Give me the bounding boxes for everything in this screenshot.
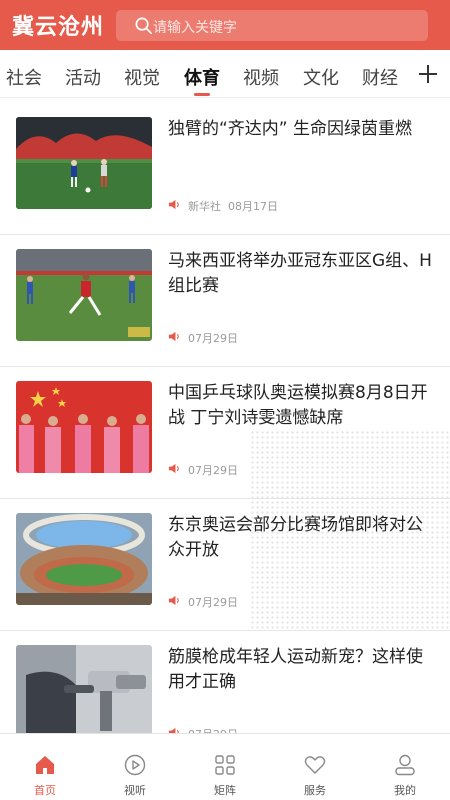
article-thumbnail [16, 117, 152, 209]
category-tabs: 社会 活动 视觉 体育 视频 文化 财经 [0, 50, 450, 98]
nav-media[interactable]: 视听 [90, 734, 180, 800]
tab-society[interactable]: 社会 [6, 64, 42, 90]
nav-home[interactable]: 首页 [0, 734, 90, 800]
article-date: 07月29日 [188, 332, 238, 345]
article-date: 08月17日 [228, 200, 278, 213]
article-title[interactable]: 中国乒乓球队奥运模拟赛8月8日开战 丁宁刘诗雯遗憾缺席 [168, 381, 436, 431]
user-icon [395, 754, 415, 776]
nav-home-label: 首页 [34, 784, 56, 797]
tab-culture[interactable]: 文化 [303, 64, 339, 90]
nav-profile-label: 我的 [394, 784, 416, 797]
article-thumbnail [16, 513, 152, 605]
article-title[interactable]: 独臂的“齐达内” 生命因绿茵重燃 [168, 117, 436, 142]
search-placeholder: 请输入关键字 [153, 20, 237, 36]
nav-profile[interactable]: 我的 [360, 734, 450, 800]
nav-media-label: 视听 [124, 784, 146, 797]
home-icon [36, 756, 54, 774]
article-title[interactable]: 筋膜枪成年轻人运动新宠？这样使用才正确 [168, 645, 436, 695]
play-icon [124, 754, 146, 776]
article-thumbnail [16, 645, 152, 737]
article-title[interactable]: 东京奥运会部分比赛场馆即将对公众开放 [168, 513, 436, 563]
nav-services[interactable]: 服务 [270, 734, 360, 800]
article-thumbnail [16, 249, 152, 341]
tab-video[interactable]: 视频 [243, 64, 279, 90]
article-title[interactable]: 马来西亚将举办亚冠东亚区G组、H组比赛 [168, 249, 436, 299]
search-bar[interactable]: 请输入关键字 [116, 10, 428, 41]
nav-matrix[interactable]: 矩阵 [180, 734, 270, 800]
nav-services-label: 服务 [304, 784, 326, 797]
article-source-date: 新华社 08月17日 [188, 198, 278, 214]
article-item[interactable]: 中国乒乓球队奥运模拟赛8月8日开战 丁宁刘诗雯遗憾缺席 07月29日 [0, 367, 450, 499]
app-header: 冀云沧州 请输入关键字 [0, 0, 450, 50]
bottom-navigation: 首页 视听 矩阵 服务 我的 [0, 733, 450, 800]
search-icon [135, 17, 152, 34]
article-thumbnail [16, 381, 152, 473]
speaker-icon[interactable] [168, 198, 181, 211]
article-source: 新华社 [188, 200, 221, 213]
tab-finance[interactable]: 财经 [362, 64, 398, 90]
tab-sports[interactable]: 体育 [184, 64, 220, 90]
speaker-icon[interactable] [168, 462, 181, 475]
article-date: 07月29日 [188, 596, 238, 609]
article-item[interactable]: 独臂的“齐达内” 生命因绿茵重燃 新华社 08月17日 [0, 103, 450, 235]
grid-icon [215, 755, 235, 775]
active-tab-indicator [194, 93, 210, 96]
speaker-icon[interactable] [168, 594, 181, 607]
app-logo: 冀云沧州 [12, 15, 105, 40]
heart-icon [304, 756, 326, 774]
tab-visual[interactable]: 视觉 [124, 64, 160, 90]
add-channel-icon[interactable] [417, 63, 439, 85]
article-date: 07月29日 [188, 464, 238, 477]
article-item[interactable]: 东京奥运会部分比赛场馆即将对公众开放 07月29日 [0, 499, 450, 631]
nav-matrix-label: 矩阵 [214, 784, 236, 797]
article-item[interactable]: 马来西亚将举办亚冠东亚区G组、H组比赛 07月29日 [0, 235, 450, 367]
tab-events[interactable]: 活动 [65, 64, 101, 90]
speaker-icon[interactable] [168, 330, 181, 343]
